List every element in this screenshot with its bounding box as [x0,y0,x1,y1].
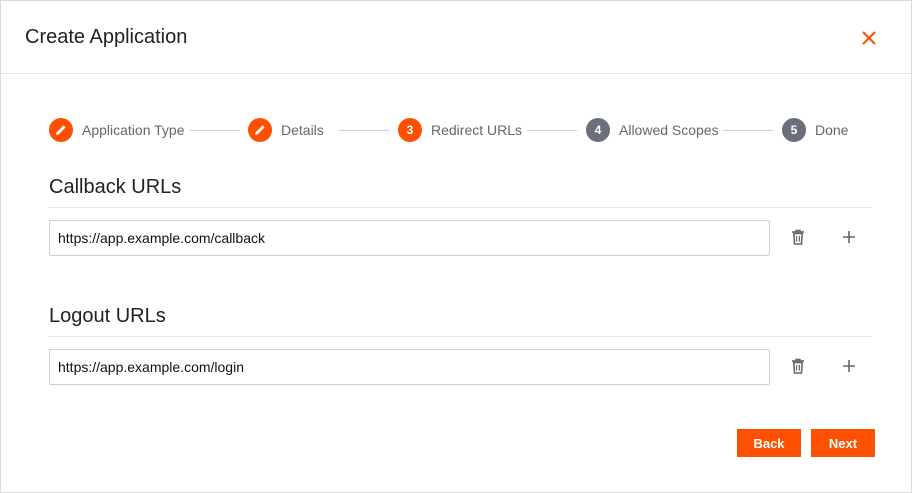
pencil-icon [56,125,66,135]
delete-callback-button[interactable] [786,225,810,249]
add-callback-button[interactable] [837,225,861,249]
callback-url-input[interactable] [49,220,770,256]
step-connector [190,130,240,131]
pencil-icon [255,125,265,135]
step-done[interactable]: 5 Done [782,118,848,142]
plus-icon [843,360,855,372]
step-1-indicator [49,118,73,142]
step-connector [723,130,773,131]
step-label: Allowed Scopes [619,122,719,138]
step-3-indicator: 3 [398,118,422,142]
step-label: Redirect URLs [431,122,523,138]
trash-icon [792,358,804,374]
step-redirect-urls[interactable]: 3 Redirect URLs [398,118,522,142]
callback-urls-heading: Callback URLs [49,176,182,198]
divider [49,336,871,337]
progress-stepper: Application Type Details 3 Redirect URLs… [49,118,869,144]
step-connector [527,130,577,131]
dialog-header: Create Application [1,1,911,74]
step-application-type[interactable]: Application Type [49,118,184,142]
trash-icon [792,229,804,245]
step-label: Application Type [82,122,185,138]
step-connector [339,130,389,131]
back-button[interactable]: Back [737,429,801,457]
step-details[interactable]: Details [248,118,324,142]
close-button[interactable] [857,26,881,50]
close-icon [862,31,876,45]
step-2-indicator [248,118,272,142]
plus-icon [843,231,855,243]
next-button[interactable]: Next [811,429,875,457]
logout-url-input[interactable] [49,349,770,385]
step-label: Done [815,122,849,138]
create-application-dialog: Create Application Application Type Deta… [0,0,912,493]
step-5-indicator: 5 [782,118,806,142]
dialog-title: Create Application [25,26,188,48]
delete-logout-button[interactable] [786,354,810,378]
step-label: Details [281,122,324,138]
step-4-indicator: 4 [586,118,610,142]
step-allowed-scopes[interactable]: 4 Allowed Scopes [586,118,719,142]
add-logout-button[interactable] [837,354,861,378]
logout-urls-heading: Logout URLs [49,305,166,327]
divider [49,207,871,208]
